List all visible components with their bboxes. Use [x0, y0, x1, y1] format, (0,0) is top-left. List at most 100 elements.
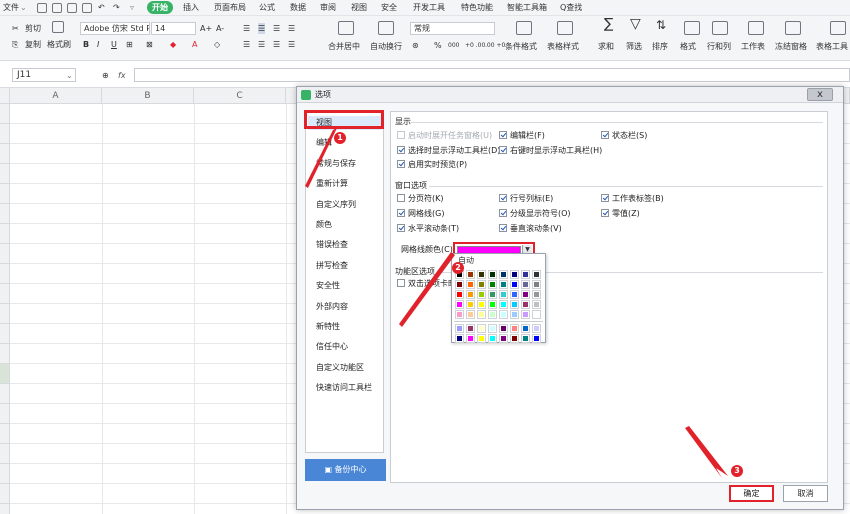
checkbox-box[interactable] [397, 131, 405, 139]
tab-page-layout[interactable]: 页面布局 [214, 2, 246, 14]
color-swatch[interactable] [499, 290, 508, 299]
checkbox-box[interactable] [499, 224, 507, 232]
column-header-b[interactable]: B [102, 88, 194, 104]
align-top-icon[interactable]: ☰ [243, 23, 250, 34]
row-header[interactable] [0, 464, 10, 484]
checkbox-box[interactable] [601, 194, 609, 202]
shrink-font-button[interactable]: A- [216, 23, 224, 34]
option-checkbox[interactable]: 零值(Z) [601, 209, 640, 219]
color-swatch[interactable] [488, 300, 497, 309]
tab-start[interactable]: 开始 [147, 1, 173, 14]
color-swatch[interactable] [466, 290, 475, 299]
color-swatch[interactable] [510, 270, 519, 279]
color-swatch[interactable] [488, 290, 497, 299]
copy-button[interactable]: 复制 [25, 39, 41, 50]
color-swatch[interactable] [521, 334, 530, 343]
tab-formula[interactable]: 公式 [259, 2, 275, 14]
color-swatch[interactable] [466, 270, 475, 279]
ok-button[interactable]: 确定 [729, 485, 774, 502]
nav-item[interactable]: 安全性 [316, 280, 340, 292]
color-swatch[interactable] [532, 280, 541, 289]
wrap-text-button[interactable]: 自动换行 [370, 41, 402, 52]
row-header[interactable] [0, 244, 10, 264]
nav-item[interactable]: 拼写检查 [316, 260, 348, 272]
option-checkbox[interactable]: 状态栏(S) [601, 131, 647, 141]
checkbox-box[interactable] [499, 194, 507, 202]
color-swatch[interactable] [510, 300, 519, 309]
checkbox-box[interactable] [499, 209, 507, 217]
color-swatch[interactable] [455, 290, 464, 299]
close-button[interactable]: x [807, 88, 833, 101]
color-swatch[interactable] [477, 310, 486, 319]
option-checkbox[interactable]: 行号列标(E) [499, 194, 553, 204]
export-icon[interactable] [52, 3, 62, 13]
color-swatch[interactable] [499, 334, 508, 343]
color-swatch[interactable] [466, 310, 475, 319]
column-header-c[interactable]: C [194, 88, 286, 104]
color-swatch[interactable] [488, 270, 497, 279]
decrease-decimal-button[interactable]: .00 +0 [485, 40, 505, 51]
cond-format-button[interactable]: 条件格式 [505, 41, 537, 52]
color-swatch[interactable] [532, 290, 541, 299]
row-header[interactable] [0, 344, 10, 364]
sum-icon[interactable]: ∑ [604, 17, 613, 31]
nav-item[interactable]: 颜色 [316, 219, 332, 231]
color-swatch[interactable] [488, 280, 497, 289]
wrap-text-icon[interactable] [378, 21, 394, 35]
sum-button[interactable]: 求和 [598, 41, 614, 52]
row-header[interactable] [0, 364, 10, 384]
color-swatch[interactable] [532, 310, 541, 319]
tab-security[interactable]: 安全 [381, 2, 397, 14]
color-swatch[interactable] [466, 300, 475, 309]
format-button[interactable]: 格式 [680, 41, 696, 52]
fill-icon[interactable]: ⊠ [146, 39, 153, 50]
border-icon[interactable]: ⊞ [126, 39, 133, 50]
option-checkbox[interactable]: 工作表标签(B) [601, 194, 664, 204]
nav-item[interactable]: 自定义功能区 [316, 362, 364, 374]
checkbox-box[interactable] [397, 279, 405, 287]
color-swatch[interactable] [521, 310, 530, 319]
row-header[interactable] [0, 104, 10, 124]
checkbox-box[interactable] [397, 160, 405, 168]
option-checkbox[interactable]: 启动时展开任务窗格(U) [397, 131, 492, 141]
chevron-down-icon[interactable]: ⌄ [20, 2, 27, 14]
color-swatch[interactable] [510, 324, 519, 333]
row-header[interactable] [0, 284, 10, 304]
nav-item[interactable]: 常规与保存 [316, 158, 356, 170]
tab-view[interactable]: 视图 [351, 2, 367, 14]
option-checkbox[interactable]: 双击选项卡时 [397, 279, 456, 289]
format-icon[interactable] [684, 21, 700, 35]
color-swatch[interactable] [477, 290, 486, 299]
color-swatch[interactable] [499, 324, 508, 333]
checkbox-box[interactable] [397, 194, 405, 202]
row-col-icon[interactable] [712, 21, 728, 35]
chevron-down-icon[interactable]: ▿ [130, 2, 134, 14]
nav-item[interactable]: 新特性 [316, 321, 340, 333]
color-swatch[interactable] [532, 270, 541, 279]
row-header[interactable] [0, 124, 10, 144]
redo-icon[interactable]: ↷ [113, 2, 120, 14]
thousands-button[interactable]: 000 [448, 40, 459, 51]
nav-item[interactable]: 自定义序列 [316, 199, 356, 211]
option-checkbox[interactable]: 分级显示符号(O) [499, 209, 571, 219]
row-header[interactable] [0, 144, 10, 164]
number-format-select[interactable]: 常规 [410, 22, 495, 35]
tab-dev-tools[interactable]: 开发工具 [413, 2, 445, 14]
font-size-select[interactable]: 14 [151, 22, 196, 35]
tab-review[interactable]: 审阅 [320, 2, 336, 14]
save-icon[interactable] [37, 3, 47, 13]
align-right-icon[interactable]: ☰ [273, 39, 280, 50]
align-bottom-icon[interactable]: ☰ [273, 23, 280, 34]
chevron-down-icon[interactable]: ⌄ [66, 70, 73, 81]
tab-special[interactable]: 特色功能 [461, 2, 493, 14]
formula-input[interactable] [134, 68, 850, 82]
color-swatch[interactable] [499, 280, 508, 289]
search-button[interactable]: Q查找 [560, 2, 582, 14]
row-header[interactable] [0, 444, 10, 464]
tab-data[interactable]: 数据 [290, 2, 306, 14]
table-tools-button[interactable]: 表格工具 [816, 41, 848, 52]
nav-item[interactable]: 快速访问工具栏 [316, 382, 372, 394]
indent-icon[interactable]: ☰ [288, 23, 295, 34]
row-header[interactable] [0, 184, 10, 204]
checkbox-box[interactable] [397, 209, 405, 217]
